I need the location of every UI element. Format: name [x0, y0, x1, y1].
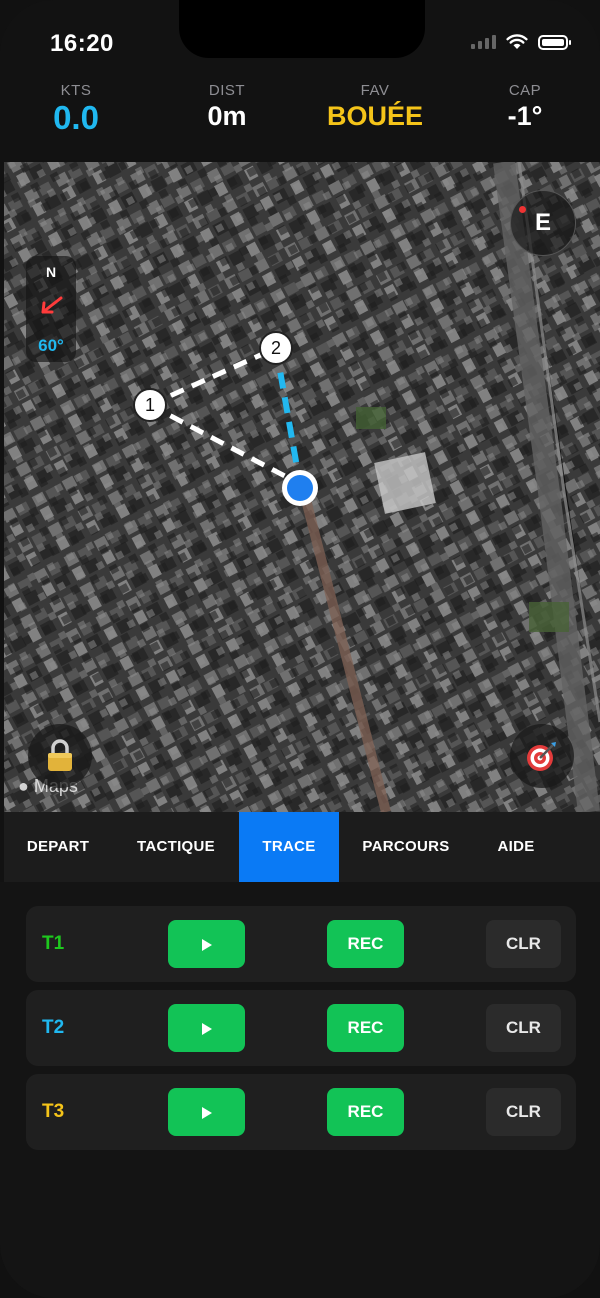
notch	[179, 0, 425, 58]
clear-button[interactable]: CLR	[486, 920, 561, 968]
track-row-t3: T3 REC CLR	[26, 1074, 576, 1150]
record-button[interactable]: REC	[327, 1088, 404, 1136]
dartboard-icon	[527, 742, 556, 771]
distance-value: 0m	[207, 101, 247, 131]
status-bar: 16:20	[0, 0, 600, 70]
speed-stat: KTS 0.0	[6, 82, 146, 137]
apple-logo-icon: ●	[18, 776, 29, 796]
waypoint-2-label: 2	[270, 338, 281, 358]
lock-button[interactable]	[28, 724, 92, 788]
track-row-t1: T1 REC CLR	[26, 906, 576, 982]
satellite-map[interactable]: 1 2 ● Maps	[4, 162, 600, 812]
north-label: N	[45, 264, 57, 280]
distance-stat: DIST 0m	[157, 82, 297, 132]
speed-value: 0.0	[53, 99, 99, 136]
map-imagery	[4, 162, 600, 812]
heading-degrees: 60°	[38, 336, 64, 355]
cellular-signal-icon	[471, 35, 496, 49]
favorite-value[interactable]: BOUÉE	[305, 101, 445, 132]
play-button[interactable]	[168, 1004, 245, 1052]
record-button[interactable]: REC	[327, 920, 404, 968]
stats-bar: KTS 0.0 DIST 0m FAV BOUÉE CAP -1°	[0, 82, 600, 154]
tab-tactique[interactable]: TACTIQUE	[120, 812, 232, 882]
distance-label: DIST	[208, 82, 246, 99]
play-icon	[201, 1106, 212, 1119]
current-location-marker	[282, 470, 318, 506]
play-icon	[201, 1022, 212, 1035]
target-button[interactable]	[510, 724, 574, 788]
clear-button[interactable]: CLR	[486, 1088, 561, 1136]
trace-panel: T1 REC CLR T2 REC CLR T3 REC CLR	[0, 882, 600, 1298]
track-name: T2	[42, 1017, 65, 1038]
tab-bar: DEPART TACTIQUE TRACE PARCOURS AIDE	[4, 812, 600, 882]
favorite-stat[interactable]: FAV BOUÉE	[305, 82, 445, 132]
track-name: T1	[42, 933, 65, 954]
play-icon	[201, 938, 212, 951]
clear-button[interactable]: CLR	[486, 1004, 561, 1052]
track-name: T3	[42, 1101, 65, 1122]
heading-stat: CAP -1°	[455, 82, 595, 132]
lock-icon	[48, 739, 72, 771]
play-button[interactable]	[168, 920, 245, 968]
record-button[interactable]: REC	[327, 1004, 404, 1052]
app-screen: 16:20 KTS 0.0 DIST 0m FAV BOUÉE CAP -1° …	[0, 0, 600, 1298]
status-icons	[471, 34, 571, 50]
heading-label: CAP	[508, 82, 542, 99]
tab-aide[interactable]: AIDE	[474, 812, 558, 882]
favorite-label: FAV	[360, 82, 390, 99]
heading-value: -1°	[507, 101, 543, 131]
status-time: 16:20	[50, 30, 114, 57]
tab-depart[interactable]: DEPART	[4, 812, 112, 882]
tab-parcours[interactable]: PARCOURS	[347, 812, 465, 882]
heading-indicator[interactable]: N 60°	[26, 256, 76, 362]
play-button[interactable]	[168, 1088, 245, 1136]
battery-icon	[538, 34, 571, 50]
speed-label: KTS	[60, 82, 92, 99]
tab-trace[interactable]: TRACE	[239, 812, 339, 882]
compass-letter: E	[534, 209, 551, 236]
track-row-t2: T2 REC CLR	[26, 990, 576, 1066]
heading-arrow-icon	[41, 296, 63, 314]
compass-button[interactable]: E	[510, 190, 576, 256]
waypoint-1-label: 1	[144, 395, 155, 415]
wifi-icon	[506, 34, 528, 49]
